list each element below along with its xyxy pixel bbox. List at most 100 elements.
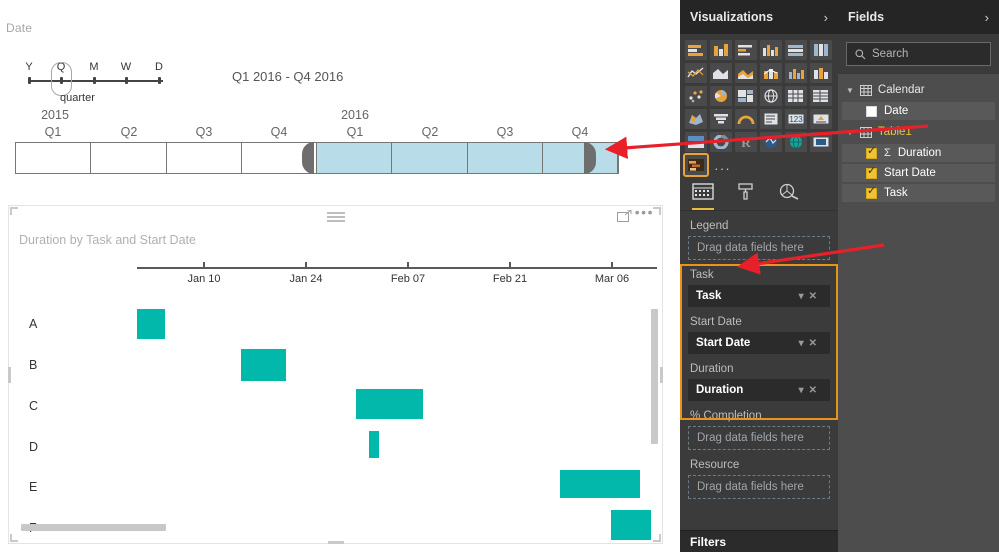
kpi-icon[interactable] bbox=[810, 109, 832, 129]
slicer-year-2015: 2015 bbox=[41, 108, 69, 122]
gantt-chart-visual[interactable]: ••• Duration by Task and Start Date Jan … bbox=[8, 205, 663, 544]
granularity-tick-y[interactable] bbox=[28, 77, 31, 84]
more-visuals-button[interactable]: ... bbox=[710, 155, 732, 175]
format-tab[interactable] bbox=[736, 183, 756, 210]
globe-map-icon[interactable] bbox=[785, 132, 807, 152]
gantt-bar-c[interactable] bbox=[356, 389, 423, 419]
custom-visual-icon[interactable] bbox=[810, 132, 832, 152]
well-label-legend: Legend bbox=[690, 220, 729, 232]
field-row-task[interactable]: Task bbox=[842, 184, 995, 202]
slicer-cell-0[interactable] bbox=[16, 143, 92, 173]
gantt-bar-a[interactable] bbox=[137, 309, 165, 339]
focus-mode-icon[interactable] bbox=[617, 209, 632, 223]
chevron-right-icon[interactable]: › bbox=[985, 10, 989, 25]
field-checkbox-start-date[interactable] bbox=[866, 165, 877, 179]
clustered-bar-chart-icon[interactable] bbox=[735, 40, 757, 60]
arcgis-map-icon[interactable] bbox=[760, 132, 782, 152]
granularity-selector[interactable]: Y Q M W D quarter bbox=[20, 58, 170, 104]
field-checkbox-duration[interactable] bbox=[866, 145, 877, 159]
slicer-cell-7[interactable] bbox=[542, 143, 618, 173]
granularity-name: quarter bbox=[60, 92, 95, 104]
horizontal-scrollbar[interactable] bbox=[21, 524, 166, 531]
line-stacked-column-icon[interactable] bbox=[760, 63, 782, 83]
visual-title: Duration by Task and Start Date bbox=[19, 233, 196, 247]
expand-arrow-icon[interactable]: ▼ bbox=[846, 86, 854, 95]
slicer-icon[interactable] bbox=[685, 132, 707, 152]
x-axis-label-4: Mar 06 bbox=[594, 273, 630, 285]
stacked-bar-chart-icon[interactable] bbox=[685, 40, 707, 60]
matrix-icon[interactable] bbox=[785, 86, 807, 106]
granularity-label-m[interactable]: M bbox=[89, 61, 98, 73]
field-row-date[interactable]: Date bbox=[842, 102, 995, 120]
donut-chart-icon[interactable] bbox=[710, 132, 732, 152]
fields-table-table1[interactable]: ▼ Table1 bbox=[838, 122, 999, 142]
fields-search-input[interactable]: Search bbox=[846, 42, 991, 66]
fields-tab[interactable] bbox=[692, 183, 714, 210]
gantt-bar-d[interactable] bbox=[369, 431, 379, 458]
granularity-label-y[interactable]: Y bbox=[25, 61, 32, 73]
hundred-percent-stacked-bar-icon[interactable] bbox=[785, 40, 807, 60]
line-chart-icon[interactable] bbox=[685, 63, 707, 83]
clustered-column-chart-icon[interactable] bbox=[760, 40, 782, 60]
field-checkbox-date[interactable] bbox=[866, 105, 877, 117]
fields-table-calendar[interactable]: ▼ Calendar bbox=[838, 80, 999, 100]
vertical-scrollbar[interactable] bbox=[651, 309, 658, 444]
gantt-bar-f[interactable] bbox=[611, 510, 651, 540]
table-icon[interactable] bbox=[810, 86, 832, 106]
granularity-tick-d[interactable] bbox=[158, 77, 161, 84]
gantt-chart-icon[interactable] bbox=[683, 153, 709, 177]
more-options-icon[interactable]: ••• bbox=[635, 205, 654, 219]
fields-tree: ▼ Calendar Date ▼ Table1 ✓ Σ Duration ✓ … bbox=[838, 74, 999, 202]
well-chip-start-date-controls[interactable]: ▾✕ bbox=[799, 338, 822, 349]
slicer-cell-2[interactable] bbox=[166, 143, 242, 173]
gantt-bar-e[interactable] bbox=[560, 470, 640, 498]
granularity-tick-m[interactable] bbox=[93, 77, 96, 84]
field-row-start-date[interactable]: Start Date bbox=[842, 164, 995, 182]
slicer-cell-1[interactable] bbox=[91, 143, 167, 173]
well-chip-duration[interactable]: Duration ▾✕ bbox=[688, 379, 830, 401]
stacked-area-chart-icon[interactable] bbox=[735, 63, 757, 83]
slicer-cell-4[interactable] bbox=[317, 143, 393, 173]
line-clustered-column-icon[interactable] bbox=[785, 63, 807, 83]
stacked-column-chart-icon[interactable] bbox=[710, 40, 732, 60]
funnel-icon[interactable] bbox=[710, 109, 732, 129]
filters-section-header[interactable]: Filters bbox=[680, 530, 838, 552]
granularity-label-d[interactable]: D bbox=[155, 61, 163, 73]
fields-header: Fields › bbox=[838, 0, 999, 34]
card-icon[interactable]: 123 bbox=[785, 109, 807, 129]
well-drop-legend[interactable]: Drag data fields here bbox=[688, 236, 830, 260]
well-chip-duration-controls[interactable]: ▾✕ bbox=[799, 385, 822, 396]
timeline-slicer[interactable]: Date Y Q M W D quarter Q1 2016 - Q4 2016… bbox=[0, 0, 680, 192]
scatter-chart-icon[interactable] bbox=[685, 86, 707, 106]
slicer-cell-6[interactable] bbox=[467, 143, 543, 173]
well-chip-start-date[interactable]: Start Date ▾✕ bbox=[688, 332, 830, 354]
visualizations-tabs[interactable] bbox=[680, 177, 838, 211]
field-row-duration[interactable]: Σ Duration bbox=[842, 144, 995, 162]
multi-row-card-icon[interactable] bbox=[760, 109, 782, 129]
well-chip-task-controls[interactable]: ▾✕ bbox=[799, 291, 822, 302]
filled-map-icon[interactable] bbox=[685, 109, 707, 129]
slicer-cells[interactable] bbox=[15, 142, 619, 174]
gantt-bar-b[interactable] bbox=[241, 349, 286, 381]
field-checkbox-task[interactable] bbox=[866, 185, 877, 199]
gauge-icon[interactable] bbox=[735, 109, 757, 129]
chevron-right-icon[interactable]: › bbox=[824, 10, 828, 25]
drag-grip-icon[interactable] bbox=[326, 212, 345, 222]
visual-type-gallery[interactable]: 123 R ... bbox=[680, 34, 838, 177]
well-drop-resource[interactable]: Drag data fields here bbox=[688, 475, 830, 499]
hundred-percent-stacked-column-icon[interactable] bbox=[810, 40, 832, 60]
pie-chart-icon[interactable] bbox=[710, 86, 732, 106]
svg-text:R: R bbox=[741, 135, 751, 149]
expand-arrow-icon[interactable]: ▼ bbox=[846, 128, 854, 137]
map-icon[interactable] bbox=[760, 86, 782, 106]
r-script-visual-icon[interactable]: R bbox=[735, 132, 757, 152]
slicer-cell-5[interactable] bbox=[392, 143, 468, 173]
treemap-icon[interactable] bbox=[735, 86, 757, 106]
area-chart-icon[interactable] bbox=[710, 63, 732, 83]
granularity-label-w[interactable]: W bbox=[121, 61, 131, 73]
well-chip-task[interactable]: Task ▾✕ bbox=[688, 285, 830, 307]
analytics-tab[interactable] bbox=[778, 183, 800, 210]
granularity-tick-w[interactable] bbox=[125, 77, 128, 84]
ribbon-chart-icon[interactable] bbox=[810, 63, 832, 83]
well-drop-completion[interactable]: Drag data fields here bbox=[688, 426, 830, 450]
